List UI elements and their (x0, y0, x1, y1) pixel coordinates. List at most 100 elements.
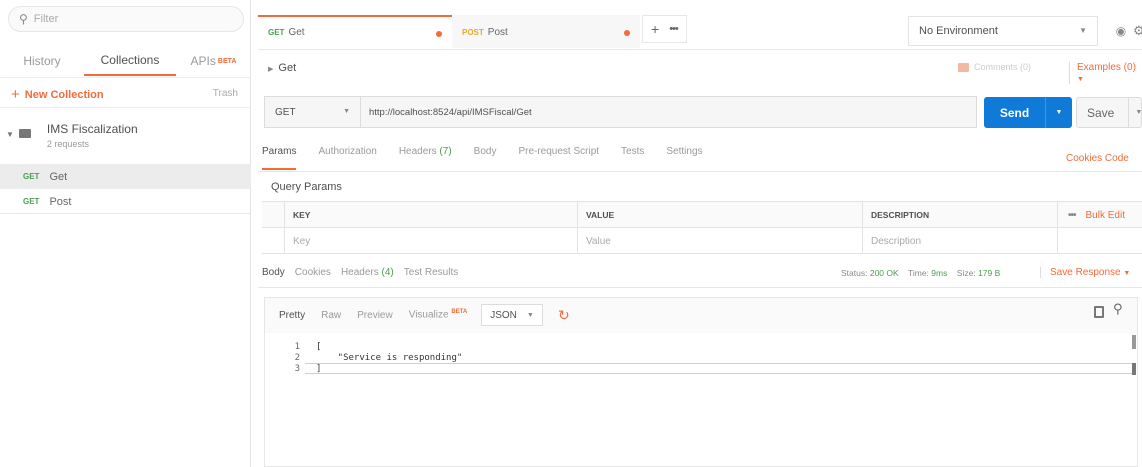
request-title-label: Get (278, 62, 297, 74)
time-value[interactable]: 9ms (931, 268, 947, 278)
request-tab-post[interactable]: POST Post (452, 15, 640, 48)
wrap-lines-icon[interactable]: ↻ (551, 304, 577, 326)
tab-authorization[interactable]: Authorization (318, 146, 376, 170)
size-value[interactable]: 179 B (978, 268, 1000, 278)
request-tab-get[interactable]: GET Get (258, 15, 452, 48)
response-headers-label: Headers (340, 267, 379, 278)
save-button[interactable]: Save ▼ (1076, 97, 1142, 128)
eye-icon[interactable]: ◉ (1108, 17, 1134, 45)
divider (0, 213, 251, 214)
size-label: Size: (956, 268, 976, 278)
response-body-editor[interactable]: 1 2 3 [ "Service is responding" ] (264, 333, 1138, 467)
response-tabs: Body Cookies Headers (4) Test Results (262, 267, 468, 287)
tab-collections[interactable]: Collections (84, 46, 176, 76)
folder-icon (18, 129, 31, 138)
chevron-down-icon: ▼ (1077, 76, 1084, 83)
tab-response-body[interactable]: Body (262, 267, 285, 287)
new-collection-button[interactable]: + New Collection (11, 86, 104, 103)
method-select[interactable]: GET ▼ (264, 96, 361, 128)
divider (0, 107, 251, 108)
divider (258, 171, 1142, 172)
send-button[interactable]: Send ▼ (984, 97, 1072, 128)
pretty-button[interactable]: Pretty (279, 310, 305, 321)
method-badge: GET (268, 28, 285, 37)
sidebar-request-post[interactable]: GET Post (0, 189, 251, 214)
tab-history[interactable]: History (0, 46, 84, 76)
tab-params[interactable]: Params (262, 146, 297, 170)
sidebar-request-get[interactable]: GET Get (0, 164, 251, 189)
tab-test-results[interactable]: Test Results (404, 267, 458, 287)
chevron-down-icon: ▼ (1079, 26, 1087, 35)
trash-link[interactable]: Trash (213, 88, 238, 99)
tab-headers[interactable]: Headers (7) (399, 146, 452, 170)
request-name: Post (49, 195, 72, 208)
table-cell (1057, 228, 1142, 254)
tab-pre-request-script[interactable]: Pre-request Script (518, 146, 599, 170)
beta-badge: BETA (217, 57, 237, 65)
response-headers-count: (4) (381, 267, 394, 278)
table-header-row: KEY VALUE DESCRIPTION ••• Bulk Edit (262, 202, 1142, 228)
value-input[interactable]: Value (577, 228, 862, 254)
format-type-label: JSON (490, 309, 517, 321)
chevron-down-icon[interactable]: ▼ (1128, 97, 1142, 128)
visualize-button[interactable]: Visualize BETA (409, 309, 468, 320)
visualize-label: Visualize (408, 309, 449, 321)
tab-response-headers[interactable]: Headers (4) (341, 267, 394, 287)
divider (258, 49, 1142, 50)
filter-box[interactable]: ⚲ (8, 6, 244, 32)
bulk-edit-link[interactable]: Bulk Edit (1086, 210, 1125, 221)
save-label: Save (1087, 105, 1115, 120)
environment-select[interactable]: No Environment ▼ (908, 16, 1098, 46)
tab-response-cookies[interactable]: Cookies (295, 267, 331, 287)
tab-controls: + ••• (642, 15, 687, 43)
request-title[interactable]: ▶ Get (268, 62, 296, 74)
chevron-down-icon[interactable]: ▼ (1046, 109, 1072, 116)
preview-button[interactable]: Preview (357, 310, 393, 321)
description-input[interactable]: Description (862, 228, 1057, 254)
scrollbar-marker (1132, 363, 1136, 375)
key-input[interactable]: Key (284, 228, 577, 254)
more-options-icon[interactable]: ••• (1068, 210, 1076, 221)
time-label: Time: (907, 268, 929, 278)
url-input[interactable]: http://localhost:8524/api/IMSFiscal/Get (360, 96, 977, 128)
divider (0, 77, 251, 78)
examples-label: Examples (0) (1077, 62, 1136, 73)
method-badge: GET (23, 197, 40, 206)
add-tab-button[interactable]: + (651, 21, 659, 37)
save-response-dropdown[interactable]: Save Response ▼ (1040, 267, 1130, 278)
comments-button[interactable]: Comments (0) (958, 62, 1031, 72)
status-value[interactable]: 200 OK (870, 268, 899, 278)
headers-count: (7) (439, 146, 452, 157)
line-number: 1 (294, 342, 300, 352)
new-collection-label: New Collection (24, 88, 104, 101)
sidebar: ⚲ History Collections APIsBETA + New Col… (0, 0, 251, 467)
tab-settings[interactable]: Settings (666, 146, 702, 170)
current-line-highlight (305, 363, 1135, 374)
code-line: [ (316, 342, 322, 352)
environment-label: No Environment (919, 25, 998, 37)
column-header-value: VALUE (577, 202, 862, 228)
filter-input[interactable] (33, 13, 224, 25)
more-tabs-button[interactable]: ••• (669, 23, 679, 35)
caret-down-icon[interactable]: ▼ (6, 130, 14, 149)
tab-tests[interactable]: Tests (621, 146, 644, 170)
cookies-code-link[interactable]: Cookies Code (1066, 153, 1129, 164)
examples-dropdown[interactable]: Examples (0) ▼ (1069, 62, 1142, 84)
caret-right-icon: ▶ (268, 66, 274, 73)
tab-apis[interactable]: APIs BETA (176, 46, 251, 76)
comment-icon (958, 62, 969, 72)
tab-apis-label: APIs (190, 54, 216, 68)
table-actions: ••• Bulk Edit (1057, 202, 1142, 228)
divider (258, 287, 1142, 288)
copy-icon[interactable] (1094, 306, 1104, 318)
collection-name: IMS Fiscalization (46, 122, 138, 136)
collection-item[interactable]: ▼ IMS Fiscalization 2 requests (6, 122, 138, 149)
raw-button[interactable]: Raw (321, 310, 341, 321)
method-badge: POST (462, 27, 484, 37)
search-icon[interactable]: ⚲ (1113, 301, 1123, 317)
format-type-select[interactable]: JSON ▼ (481, 304, 543, 326)
gear-icon[interactable]: ⚙ (1133, 17, 1142, 45)
chevron-down-icon: ▼ (343, 108, 350, 115)
tab-body[interactable]: Body (474, 146, 497, 170)
scrollbar[interactable] (1132, 335, 1136, 349)
